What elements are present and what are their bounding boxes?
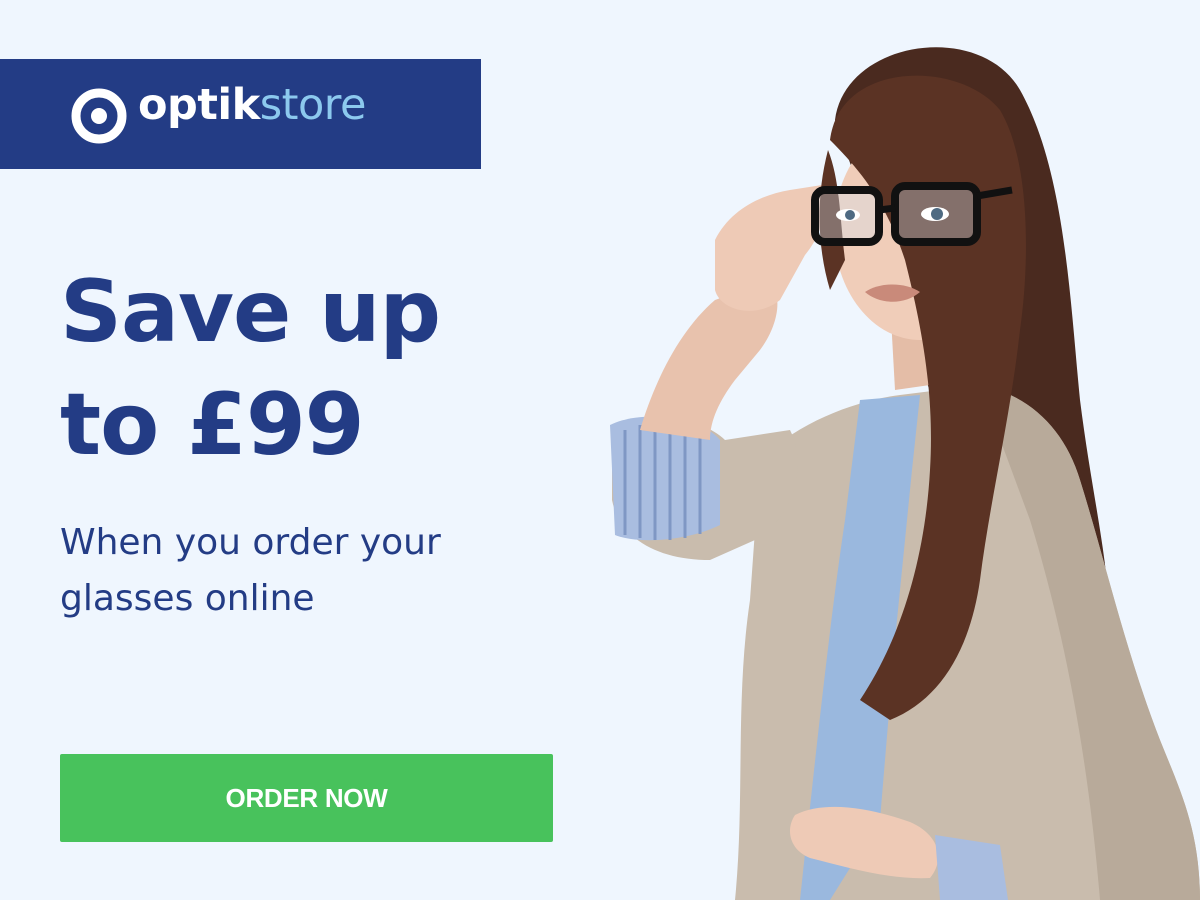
- headline-line-2: to £99: [60, 375, 365, 475]
- shirt-cuff-hip: [935, 835, 1008, 900]
- subheadline-line-1: When you order your: [60, 522, 441, 563]
- woman-wearing-glasses-photo: [610, 47, 1200, 900]
- iris-right: [931, 208, 943, 220]
- glasses-bridge: [878, 204, 896, 214]
- logo-wordmark-bold: optik: [138, 80, 260, 130]
- ad-banner: optikstore Save up to £99 When you order…: [0, 0, 1200, 900]
- logo-wordmark-light: store: [259, 80, 367, 130]
- headline: Save up to £99: [60, 256, 580, 482]
- target-ring-icon: [71, 88, 127, 144]
- subheadline-line-2: glasses online: [60, 578, 315, 619]
- logo-wordmark[interactable]: optikstore: [138, 84, 366, 127]
- subheadline: When you order your glasses online: [60, 515, 580, 627]
- order-now-button[interactable]: ORDER NOW: [60, 754, 553, 842]
- hand-raised: [715, 185, 826, 311]
- iris-left: [845, 210, 855, 220]
- headline-line-1: Save up: [60, 262, 441, 362]
